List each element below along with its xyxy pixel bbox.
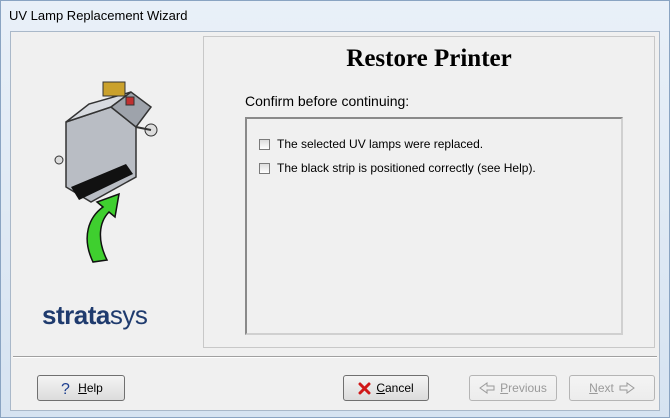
check-row-black-strip[interactable]: The black strip is positioned correctly … bbox=[259, 161, 536, 175]
confirm-prompt: Confirm before continuing: bbox=[245, 93, 410, 109]
previous-label-rest: revious bbox=[508, 381, 547, 395]
cancel-button[interactable]: Cancel bbox=[343, 375, 429, 401]
wizard-window: UV Lamp Replacement Wizard stratasys Res… bbox=[0, 0, 670, 418]
next-button[interactable]: Next bbox=[569, 375, 655, 401]
button-separator bbox=[13, 356, 657, 358]
black-strip-checkbox[interactable] bbox=[259, 162, 270, 174]
previous-mnemonic: P bbox=[500, 381, 509, 395]
help-mnemonic: H bbox=[78, 381, 87, 395]
check-row-lamps-replaced[interactable]: The selected UV lamps were replaced. bbox=[259, 137, 483, 151]
question-mark-icon: ? bbox=[59, 380, 73, 396]
next-label-rest: ext bbox=[597, 381, 614, 395]
lamps-replaced-checkbox[interactable] bbox=[259, 138, 270, 150]
cancel-label-rest: ancel bbox=[384, 381, 414, 395]
previous-arrow-icon bbox=[479, 382, 495, 394]
confirmation-list: The selected UV lamps were replaced. The… bbox=[245, 117, 623, 335]
window-title: UV Lamp Replacement Wizard bbox=[9, 8, 188, 23]
cancel-mnemonic: C bbox=[376, 381, 385, 395]
help-button[interactable]: ? Help bbox=[37, 375, 125, 401]
previous-button[interactable]: Previous bbox=[469, 375, 557, 401]
next-arrow-icon bbox=[619, 382, 635, 394]
page-title: Restore Printer bbox=[346, 45, 512, 72]
title-bar[interactable]: UV Lamp Replacement Wizard bbox=[1, 1, 669, 31]
next-mnemonic: N bbox=[589, 381, 598, 395]
main-panel: Restore Printer Confirm before continuin… bbox=[203, 36, 655, 348]
svg-text:?: ? bbox=[61, 381, 70, 396]
lamps-replaced-label: The selected UV lamps were replaced. bbox=[277, 137, 484, 151]
wizard-client-area: stratasys Restore Printer Confirm before… bbox=[10, 31, 660, 411]
red-x-icon bbox=[358, 382, 371, 395]
printhead-illustration bbox=[54, 81, 158, 263]
help-label-rest: elp bbox=[86, 381, 103, 395]
black-strip-label: The black strip is positioned correctly … bbox=[277, 161, 536, 175]
left-panel: stratasys bbox=[11, 32, 201, 352]
stratasys-logo: stratasys bbox=[42, 300, 148, 330]
